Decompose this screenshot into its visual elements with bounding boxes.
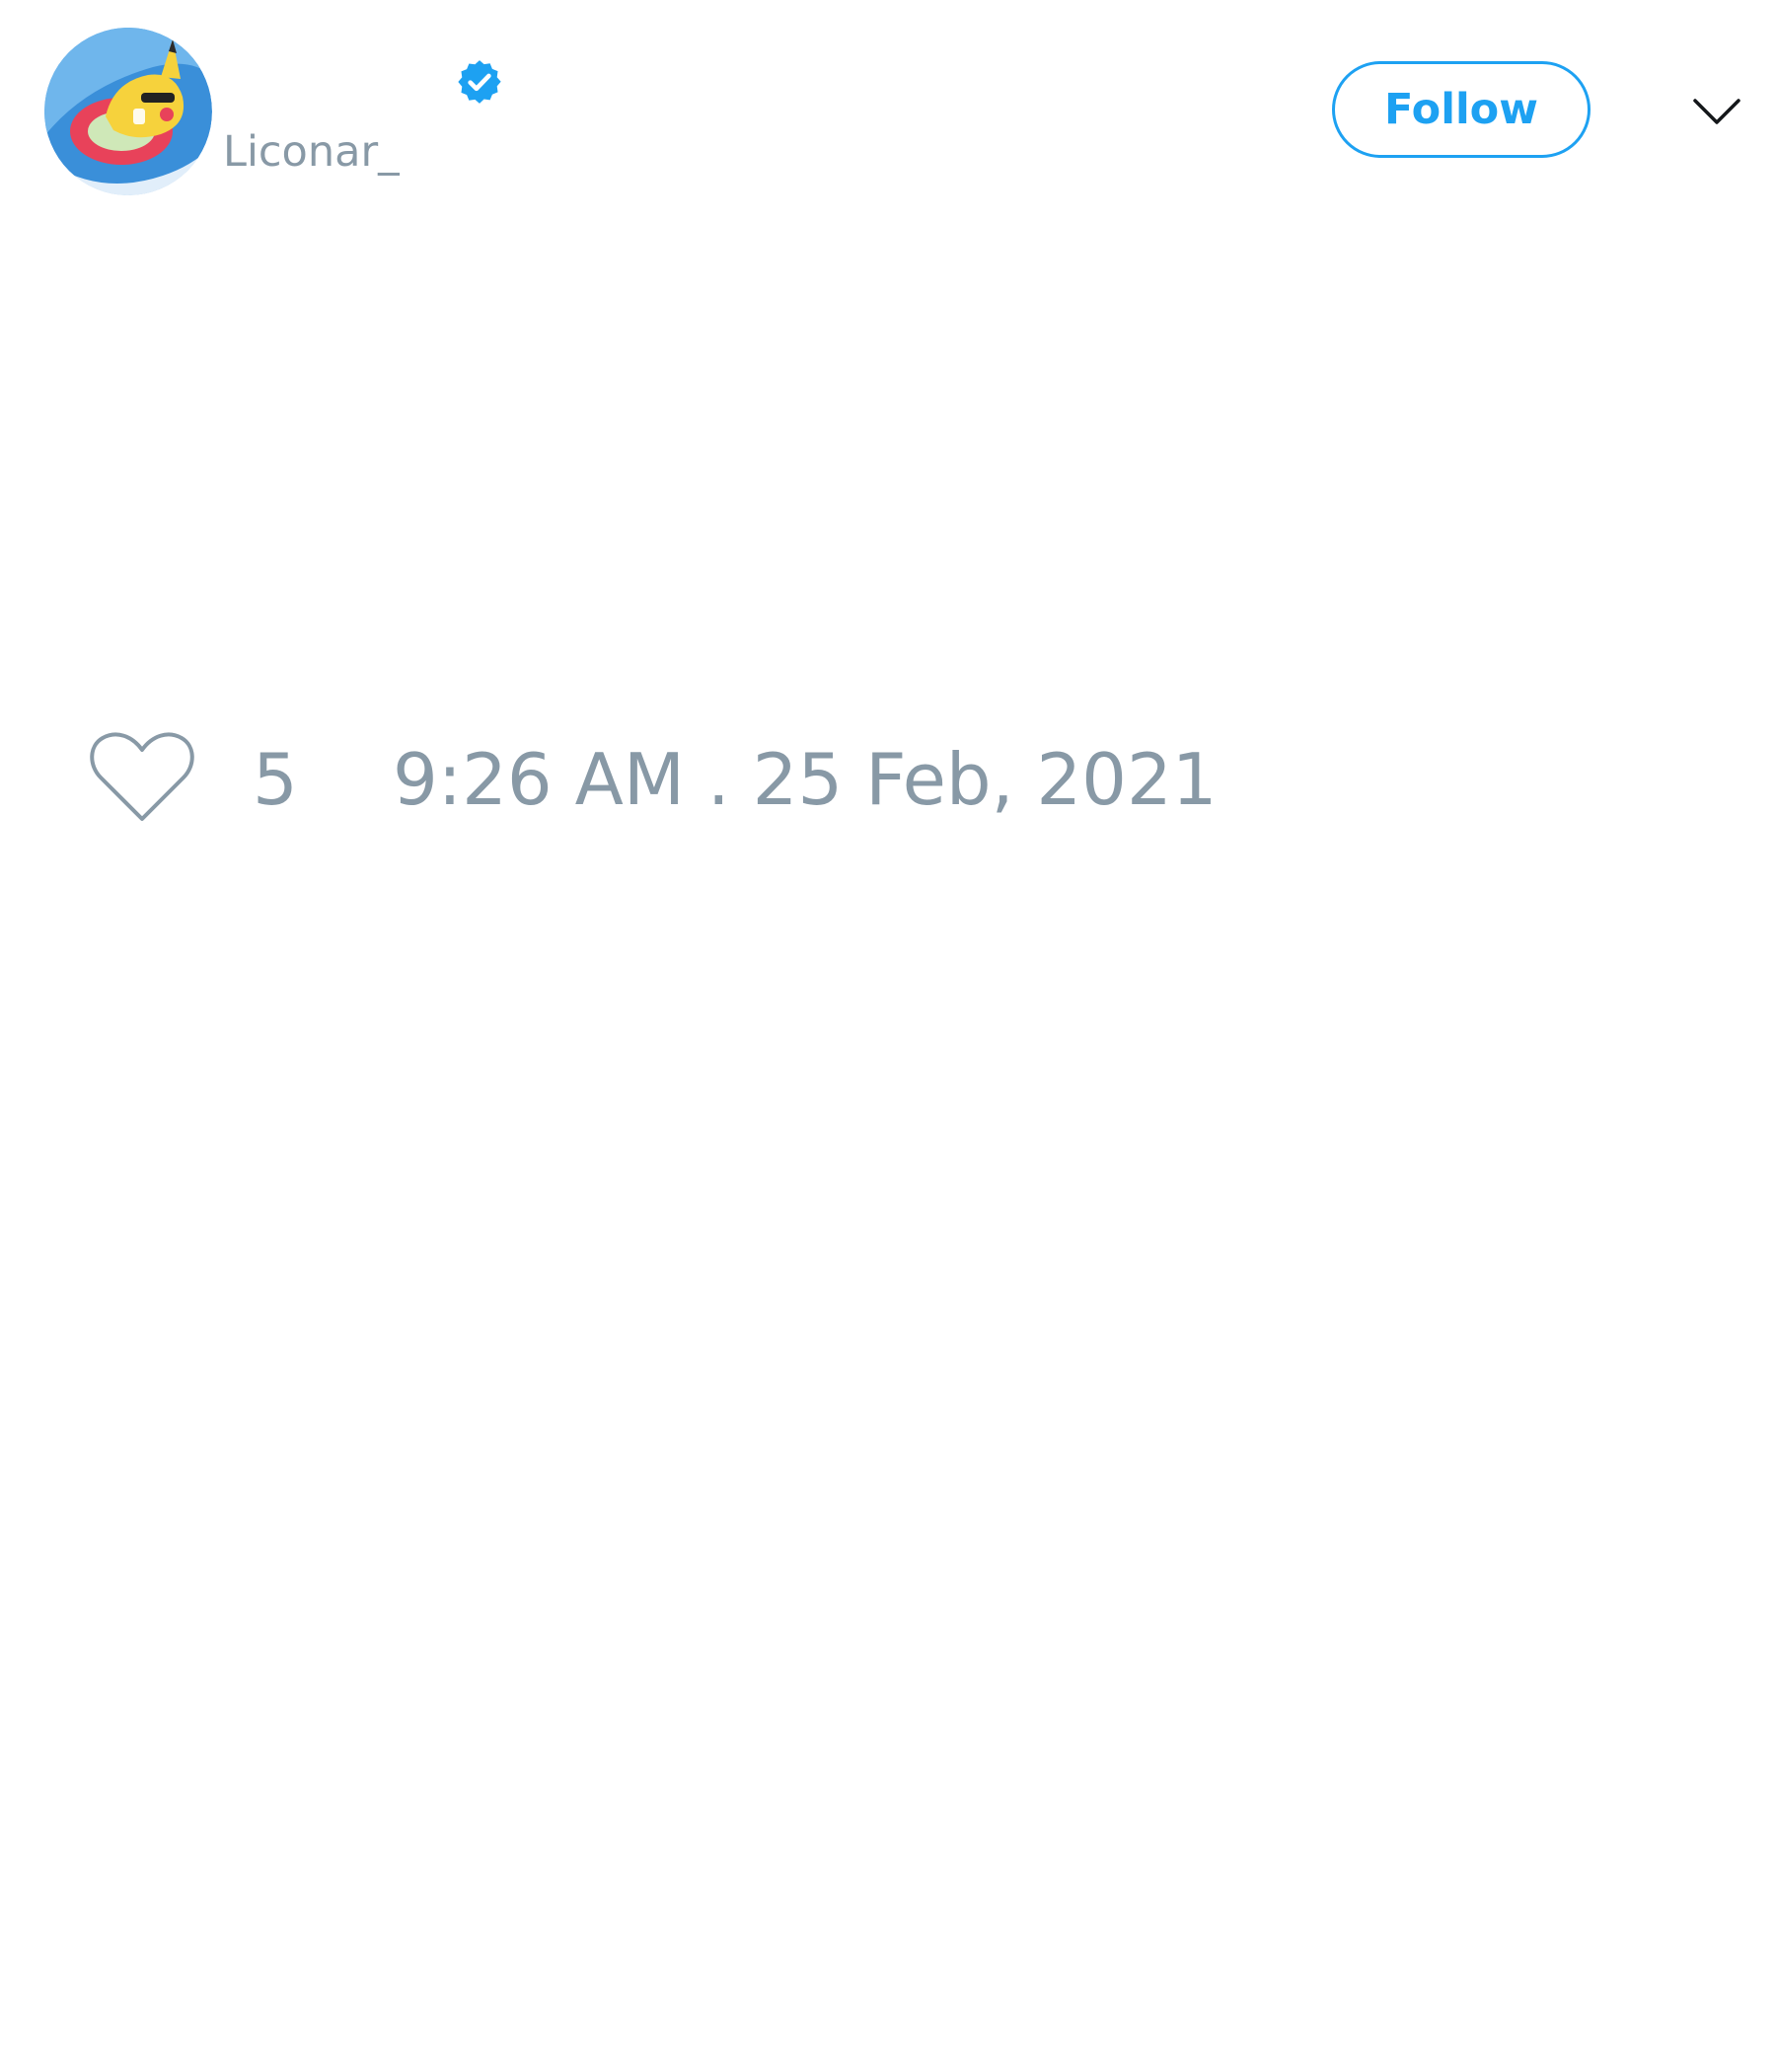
tweet-card: Liconar_ Follow 5 9:26 AM . 25 Feb, 2021	[0, 0, 1776, 2072]
author-handle[interactable]: Liconar_	[223, 122, 400, 182]
avatar[interactable]	[44, 28, 212, 195]
heart-icon	[90, 732, 194, 821]
like-count: 5	[253, 738, 298, 821]
follow-button[interactable]: Follow	[1332, 61, 1591, 158]
pikachu-avatar-icon	[44, 28, 212, 195]
chevron-down-icon[interactable]	[1689, 87, 1744, 136]
like-button[interactable]	[87, 728, 197, 827]
verified-badge-icon	[455, 57, 504, 107]
tweet-timestamp[interactable]: 9:26 AM . 25 Feb, 2021	[393, 738, 1218, 821]
